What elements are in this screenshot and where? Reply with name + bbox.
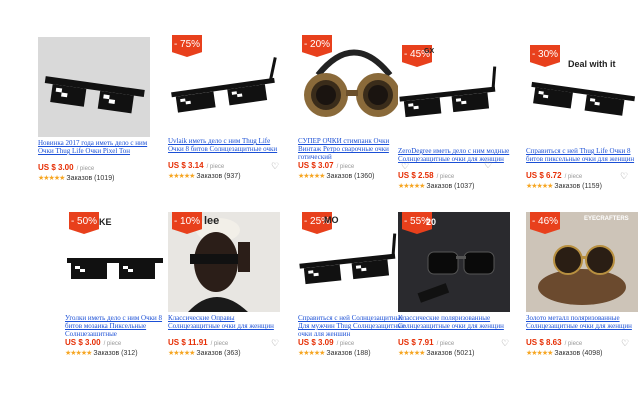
product-rating: ★★★★★ Заказов (4098) [526, 350, 603, 357]
product-rating: ★★★★★ Заказов (1019) [38, 175, 115, 182]
product-rating: ★★★★★ Заказов (363) [168, 350, 241, 357]
product-title[interactable]: СУПЕР ОЧКИ стимпанк Очки Винтаж Ретро св… [298, 137, 410, 159]
product-card[interactable]: - 30% Deal with it Справиться с ней Thug… [526, 45, 638, 215]
product-price: US $ 8.63/ piece [526, 338, 583, 347]
product-card[interactable]: - 45% GX ZeroDegree иметь дело с ним мод… [398, 45, 510, 215]
product-image[interactable]: - 50% KE [65, 212, 177, 312]
star-rating-icon: ★★★★★ [398, 350, 425, 357]
product-rating: ★★★★★ Заказов (1159) [526, 183, 602, 190]
product-price: US $ 6.72/ piece [526, 171, 583, 180]
heart-outline-icon[interactable]: ♡ [484, 160, 492, 171]
brand-logo-text: GX [424, 48, 435, 55]
product-card[interactable]: - 50% KE Уголки иметь дело с ним Очки 8 … [65, 212, 177, 382]
product-price: US $ 2.58/ piece [398, 171, 455, 180]
brand-logo-text: lee [204, 215, 220, 227]
product-card[interactable]: - 46% EYECRAFTERS Золото металл поляризо… [526, 212, 638, 382]
product-title[interactable]: Новинка 2017 года иметь дело с ним Очки … [38, 139, 150, 161]
product-price: US $ 3.07/ piece [298, 161, 355, 170]
star-rating-icon: ★★★★★ [526, 183, 553, 190]
product-rating: ★★★★★ Заказов (1037) [398, 183, 475, 190]
product-price: US $ 3.14/ piece [168, 161, 225, 170]
product-rating: ★★★★★ Заказов (188) [298, 350, 371, 357]
product-price: US $ 11.91/ piece [168, 338, 229, 347]
product-image[interactable]: - 25% MO [298, 212, 410, 312]
product-price: US $ 7.91/ piece [398, 338, 455, 347]
product-title[interactable]: Справиться с ней Солнцезащитные Для мужч… [298, 314, 410, 336]
product-image[interactable]: - 75% [168, 35, 280, 135]
brand-logo-text: EYECRAFTERS [584, 216, 629, 222]
star-rating-icon: ★★★★★ [65, 350, 92, 357]
product-rating: ★★★★★ Заказов (1360) [298, 173, 375, 180]
product-image[interactable] [38, 37, 150, 137]
product-image[interactable]: - 10% lee [168, 212, 280, 312]
pixel-glasses-image [38, 37, 150, 137]
product-rating: ★★★★★ Заказов (312) [65, 350, 138, 357]
product-card[interactable]: Новинка 2017 года иметь дело с ним Очки … [38, 37, 150, 207]
star-rating-icon: ★★★★★ [38, 175, 65, 182]
product-card[interactable]: - 55% 20 Классические поляризованные Сол… [398, 212, 510, 382]
product-title[interactable]: Справиться с ней Thug Life Очки 8 битов … [526, 147, 638, 169]
product-price: US $ 3.00/ piece [65, 338, 122, 347]
star-rating-icon: ★★★★★ [526, 350, 553, 357]
product-image[interactable]: - 30% Deal with it [526, 45, 638, 145]
heart-outline-icon[interactable]: ♡ [620, 171, 628, 182]
brand-logo-text: KE [99, 217, 112, 227]
product-title[interactable]: Золото металл поляризованные Солнцезащит… [526, 314, 638, 336]
heart-outline-icon[interactable]: ♡ [271, 161, 279, 172]
product-card[interactable]: - 25% MO Справиться с ней Солнцезащитные… [298, 212, 410, 382]
product-image[interactable]: - 45% GX [398, 45, 510, 145]
product-title[interactable]: Классические поляризованные Солнцезащитн… [398, 314, 510, 336]
brand-logo-text: 20 [426, 217, 437, 227]
star-rating-icon: ★★★★★ [298, 350, 325, 357]
product-title[interactable]: Классические Оправы Солнцезащитные очки … [168, 314, 280, 336]
product-rating: ★★★★★ Заказов (5021) [398, 350, 475, 357]
star-rating-icon: ★★★★★ [168, 350, 195, 357]
product-image[interactable]: - 20% [298, 35, 410, 135]
heart-outline-icon[interactable]: ♡ [621, 338, 629, 349]
star-rating-icon: ★★★★★ [168, 173, 195, 180]
product-card[interactable]: - 10% lee Классические Оправы Солнцезащи… [168, 212, 280, 382]
product-card[interactable]: - 75% Uvlaik иметь дело с ним Thug Life … [168, 35, 280, 205]
product-title[interactable]: Уголки иметь дело с ним Очки 8 битов моз… [65, 314, 165, 336]
product-title[interactable]: ZeroDegree иметь дело с ним модные Солнц… [398, 147, 510, 169]
product-rating: ★★★★★ Заказов (937) [168, 173, 241, 180]
brand-logo-text: MO [324, 215, 339, 225]
product-image[interactable]: - 46% EYECRAFTERS [526, 212, 638, 312]
product-image[interactable]: - 55% 20 [398, 212, 510, 312]
product-price: US $ 3.00/ piece [38, 163, 95, 172]
product-price: US $ 3.09/ piece [298, 338, 355, 347]
heart-outline-icon[interactable]: ♡ [271, 338, 279, 349]
heart-outline-icon[interactable]: ♡ [501, 338, 509, 349]
product-title[interactable]: Uvlaik иметь дело с ним Thug Life Очки 8… [168, 137, 280, 159]
product-card[interactable]: - 20% СУПЕР ОЧКИ стимпанк Очки Винтаж Ре… [298, 35, 410, 205]
star-rating-icon: ★★★★★ [398, 183, 425, 190]
brand-logo-text: Deal with it [568, 59, 616, 69]
star-rating-icon: ★★★★★ [298, 173, 325, 180]
